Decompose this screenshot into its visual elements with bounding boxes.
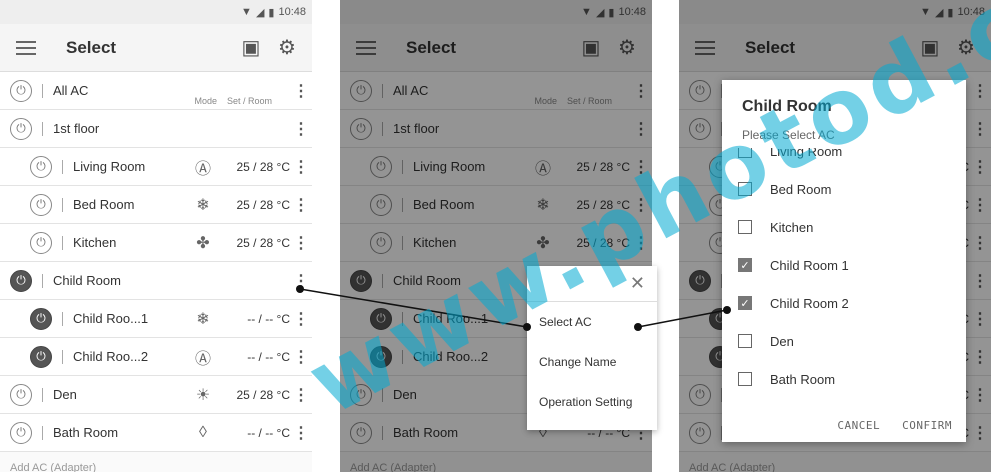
callout-connectors bbox=[296, 285, 731, 331]
